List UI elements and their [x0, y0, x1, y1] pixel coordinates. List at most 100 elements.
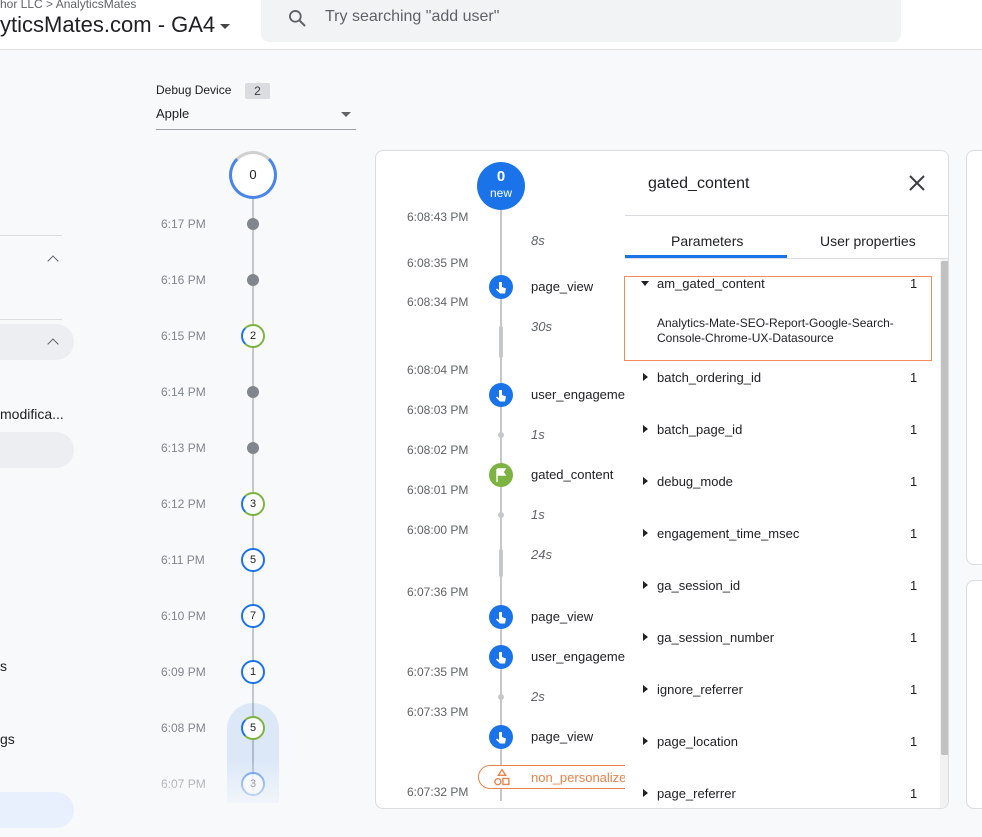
minute-empty-dot[interactable]	[247, 442, 259, 454]
timeline-dot	[498, 512, 504, 518]
side-card	[966, 580, 982, 809]
warning-event-name: non_personalize	[531, 770, 627, 785]
touch-event-icon[interactable]	[489, 383, 513, 407]
debug-device-count-badge: 2	[245, 83, 270, 99]
nav-item-active[interactable]	[0, 792, 74, 828]
event-name[interactable]: user_engagemer	[531, 649, 629, 664]
parameter-value: Analytics-Mate-SEO-Report-Google-Search-…	[657, 316, 894, 345]
minute-label: 6:10 PM	[161, 609, 206, 623]
parameter-row[interactable]: engagement_time_msec 1	[639, 525, 919, 545]
expand-more-icon	[643, 685, 648, 693]
tab-user-properties[interactable]: User properties	[820, 233, 916, 249]
parameter-row[interactable]: ga_session_id 1	[639, 577, 919, 597]
debug-device-value: Apple	[156, 106, 190, 121]
event-gap: 1s	[531, 427, 545, 442]
warning-event-chip[interactable]: non_personalize	[478, 765, 638, 789]
new-events-counter[interactable]: 0 new	[477, 162, 525, 210]
touch-event-icon[interactable]	[489, 275, 513, 299]
event-name[interactable]: page_view	[531, 609, 593, 624]
parameter-row[interactable]: debug_mode 1	[639, 473, 919, 493]
scrollbar-thumb[interactable]	[941, 261, 948, 755]
event-name[interactable]: page_view	[531, 279, 593, 294]
parameter-count: 1	[910, 526, 918, 541]
search-icon	[289, 10, 306, 27]
minute-event-count[interactable]: 1	[241, 660, 265, 684]
nav-item-label[interactable]: s	[0, 658, 7, 674]
minute-label: 6:09 PM	[161, 665, 206, 679]
nav-section-header[interactable]	[0, 324, 74, 360]
event-time: 6:08:43 PM	[407, 210, 469, 224]
parameter-row[interactable]: batch_page_id 1	[639, 421, 919, 441]
parameter-row[interactable]: page_referrer 1	[639, 785, 919, 805]
parameter-row[interactable]: ga_session_number 1	[639, 629, 919, 649]
parameter-row[interactable]: page_location 1	[639, 733, 919, 753]
event-time: 6:08:35 PM	[407, 256, 469, 270]
parameter-row[interactable]: batch_ordering_id 1	[639, 369, 919, 389]
touch-event-icon[interactable]	[489, 645, 513, 669]
minute-empty-dot[interactable]	[247, 274, 259, 286]
minute-event-count[interactable]: 5	[241, 716, 265, 740]
account-breadcrumb[interactable]: hor LLC > AnalyticsMates	[0, 0, 136, 11]
divider	[625, 215, 948, 216]
parameter-name: engagement_time_msec	[657, 526, 800, 541]
expand-more-icon	[643, 373, 648, 381]
parameter-name: ignore_referrer	[657, 682, 743, 697]
expand-less-icon	[641, 281, 649, 286]
minute-event-count[interactable]: 3	[241, 492, 265, 516]
parameter-count: 1	[910, 370, 918, 385]
minute-label: 6:17 PM	[161, 217, 206, 231]
nav-divider	[0, 235, 62, 236]
debug-device-label: Debug Device	[156, 83, 232, 97]
search-input[interactable]	[325, 8, 825, 26]
search-bar[interactable]	[261, 0, 901, 42]
minute-event-count[interactable]: 2	[241, 324, 265, 348]
expand-more-icon	[643, 425, 648, 433]
parameter-row[interactable]: am_gated_content 1	[639, 275, 919, 295]
nav-item-label[interactable]: modifica...	[0, 406, 64, 422]
minute-label: 6:13 PM	[161, 441, 206, 455]
property-selector[interactable]: yticsMates.com - GA4	[0, 12, 231, 38]
parameter-row[interactable]: ignore_referrer 1	[639, 681, 919, 701]
expand-more-icon	[643, 529, 648, 537]
minute-event-count[interactable]: 5	[241, 548, 265, 572]
detail-title: gated_content	[648, 175, 750, 192]
event-name[interactable]: user_engagemer	[531, 387, 629, 402]
touch-event-icon[interactable]	[489, 605, 513, 629]
flag-icon[interactable]	[489, 463, 513, 487]
new-count: 0	[496, 168, 506, 185]
gap-bar	[499, 549, 503, 577]
minute-label: 6:15 PM	[161, 329, 206, 343]
parameter-name: page_referrer	[657, 786, 736, 801]
parameter-name: ga_session_id	[657, 578, 741, 593]
event-gap: 2s	[531, 689, 545, 704]
parameter-count: 1	[910, 578, 918, 593]
event-gap: 30s	[531, 319, 552, 334]
event-time: 6:07:32 PM	[407, 785, 469, 799]
close-icon[interactable]	[907, 173, 927, 193]
parameter-count: 1	[910, 474, 918, 489]
chevron-up-icon[interactable]	[47, 255, 59, 267]
minute-empty-dot[interactable]	[247, 386, 259, 398]
minute-label: 6:08 PM	[161, 721, 206, 735]
touch-event-icon[interactable]	[489, 725, 513, 749]
parameter-count: 1	[910, 734, 918, 749]
nav-item-label[interactable]: gs	[0, 731, 15, 747]
parameter-count: 1	[910, 276, 918, 291]
event-name[interactable]: page_view	[531, 729, 593, 744]
tab-parameters[interactable]: Parameters	[671, 233, 743, 249]
parameter-name: batch_ordering_id	[657, 370, 762, 385]
minute-label: 6:11 PM	[161, 553, 205, 567]
parameter-count: 1	[910, 630, 918, 645]
property-title: yticsMates.com - GA4	[0, 12, 216, 37]
event-time: 6:07:35 PM	[407, 665, 469, 679]
side-card	[966, 150, 982, 565]
parameter-count: 1	[910, 786, 918, 801]
event-time: 6:08:01 PM	[407, 483, 469, 497]
event-name[interactable]: gated_content	[531, 467, 613, 482]
minute-event-count[interactable]: 7	[241, 604, 265, 628]
event-time: 6:07:36 PM	[407, 585, 469, 599]
minute-empty-dot[interactable]	[247, 218, 259, 230]
debug-device-select[interactable]: Apple	[156, 106, 356, 130]
nav-item-selected[interactable]	[0, 432, 74, 468]
event-gap: 24s	[531, 547, 552, 562]
